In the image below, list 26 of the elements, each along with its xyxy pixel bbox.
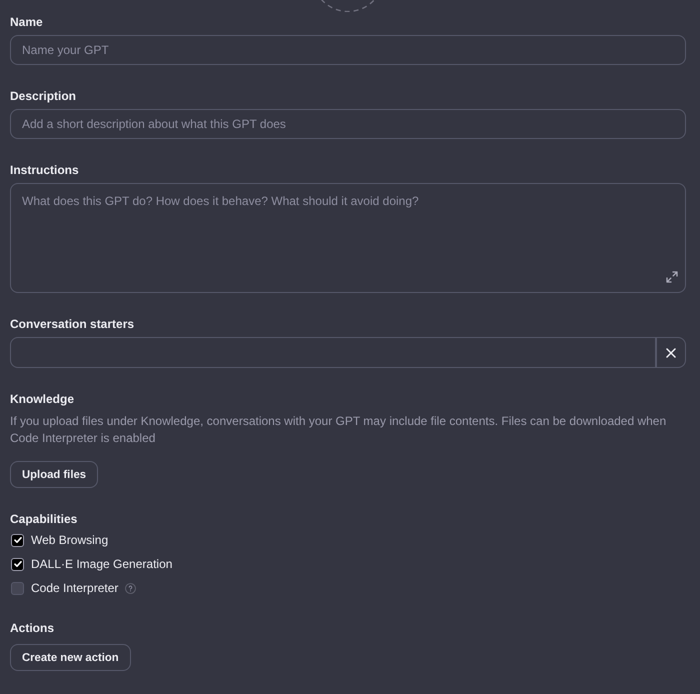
upload-files-button[interactable]: Upload files xyxy=(10,461,98,488)
section-label: Knowledge xyxy=(10,391,74,408)
field-label: Instructions xyxy=(10,162,79,179)
help-icon[interactable] xyxy=(125,582,136,594)
text-field[interactable]: Name your GPT xyxy=(10,35,686,65)
section-label: Capabilities xyxy=(10,511,78,528)
section-label: Actions xyxy=(10,620,54,637)
checkbox[interactable] xyxy=(11,534,24,546)
checkbox[interactable] xyxy=(11,558,24,570)
checkbox[interactable] xyxy=(11,582,24,594)
field-label: Conversation starters xyxy=(10,316,134,333)
starter-field[interactable] xyxy=(10,337,656,368)
create-action-button[interactable]: Create new action xyxy=(10,644,131,671)
textarea-field[interactable]: What does this GPT do? How does it behave? What should it avoid doing? xyxy=(10,183,686,293)
close-icon xyxy=(666,348,676,358)
text-field[interactable]: Add a short description about what this GPT does xyxy=(10,109,686,139)
checkmark-icon xyxy=(14,537,22,543)
field-label: Description xyxy=(10,88,76,105)
checkbox-label: Web Browsing xyxy=(31,532,108,548)
checkbox-label: Code Interpreter xyxy=(31,580,118,596)
checkbox-label: DALL·E Image Generation xyxy=(31,556,172,572)
checkmark-icon xyxy=(14,561,22,567)
field-label: Name xyxy=(10,14,43,31)
remove-button[interactable] xyxy=(656,337,686,368)
knowledge-note: If you upload files under Knowledge, conversations with your GPT may include file contents. Files can be downloaded when Code Interpreter is enabled xyxy=(10,413,668,447)
expand-icon[interactable] xyxy=(666,271,678,283)
